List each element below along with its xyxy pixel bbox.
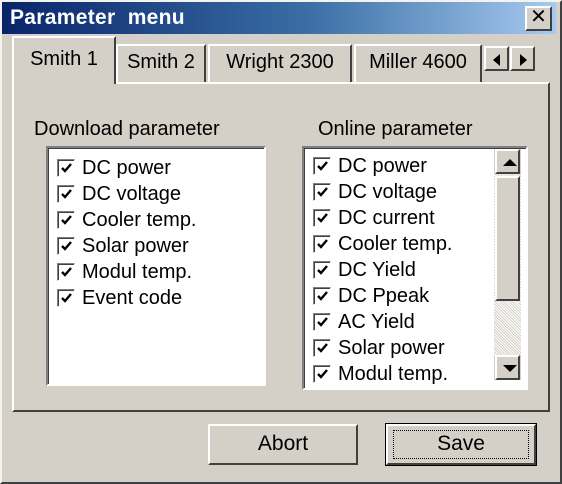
checkbox[interactable] <box>57 159 75 177</box>
check-icon <box>317 369 328 379</box>
check-icon <box>317 265 328 275</box>
online-parameter-list[interactable]: DC power DC voltage DC current Cooler te… <box>302 146 528 390</box>
checkbox[interactable] <box>57 211 75 229</box>
tab-wright-2300[interactable]: Wright 2300 <box>208 44 352 82</box>
scroll-up-button[interactable] <box>495 149 520 174</box>
check-icon <box>317 187 328 197</box>
arrow-right-icon <box>520 54 527 66</box>
item-label: AC Yield <box>338 311 415 333</box>
arrow-up-icon <box>503 159 517 166</box>
checkbox[interactable] <box>57 263 75 281</box>
check-icon <box>317 161 328 171</box>
checkbox[interactable] <box>313 313 331 331</box>
download-parameter-list[interactable]: DC power DC voltage Cooler temp. Solar p… <box>46 146 266 386</box>
check-icon <box>317 239 328 249</box>
abort-button[interactable]: Abort <box>208 424 358 465</box>
item-label: DC voltage <box>338 181 437 203</box>
checkbox[interactable] <box>313 365 331 383</box>
checkbox[interactable] <box>313 339 331 357</box>
tab-miller-4600[interactable]: Miller 4600 <box>354 44 482 82</box>
checkbox[interactable] <box>313 183 331 201</box>
checkbox[interactable] <box>313 261 331 279</box>
check-icon <box>61 293 72 303</box>
close-icon: ✕ <box>530 6 547 28</box>
arrow-left-icon <box>493 54 500 66</box>
tab-smith-2[interactable]: Smith 2 <box>116 44 206 82</box>
abort-label: Abort <box>257 432 309 455</box>
close-button[interactable]: ✕ <box>525 6 552 31</box>
item-label: Solar power <box>82 235 189 257</box>
check-icon <box>317 343 328 353</box>
check-icon <box>61 267 72 277</box>
item-label: Modul temp. <box>82 261 193 283</box>
list-item[interactable]: DC voltage <box>57 181 264 207</box>
item-label: DC voltage <box>82 183 181 205</box>
item-label: DC current <box>338 207 435 229</box>
tab-scroll-left-button[interactable] <box>484 46 509 71</box>
window-title: Parameter menu <box>10 6 185 29</box>
list-item[interactable]: Modul temp. <box>57 259 264 285</box>
check-icon <box>317 291 328 301</box>
check-icon <box>317 213 328 223</box>
check-icon <box>61 215 72 225</box>
scroll-down-button[interactable] <box>495 355 520 380</box>
checkbox[interactable] <box>57 289 75 307</box>
online-list-scrollbar[interactable] <box>494 149 521 380</box>
checkbox[interactable] <box>313 287 331 305</box>
item-label: DC power <box>338 155 427 177</box>
tab-label: Miller 4600 <box>369 51 467 73</box>
tab-smith-1[interactable]: Smith 1 <box>12 36 116 84</box>
item-label: DC power <box>82 157 171 179</box>
checkbox[interactable] <box>313 209 331 227</box>
item-label: Cooler temp. <box>338 233 453 255</box>
item-label: Solar power <box>338 337 445 359</box>
item-label: Event code <box>82 287 183 309</box>
title-bar[interactable]: Parameter menu ✕ <box>2 2 556 34</box>
tab-scroll-right-button[interactable] <box>510 46 535 71</box>
checkbox[interactable] <box>57 185 75 203</box>
item-label: Cooler temp. <box>82 209 197 231</box>
scroll-thumb[interactable] <box>495 176 520 301</box>
check-icon <box>61 241 72 251</box>
item-label: DC Yield <box>338 259 416 281</box>
download-parameter-label: Download parameter <box>34 118 220 140</box>
online-parameter-label: Online parameter <box>318 118 473 140</box>
list-item[interactable]: Event code <box>57 285 264 311</box>
tab-label: Wright 2300 <box>226 51 334 73</box>
checkbox[interactable] <box>313 157 331 175</box>
check-icon <box>317 317 328 327</box>
arrow-down-icon <box>503 365 517 372</box>
item-label: DC Ppeak <box>338 285 430 307</box>
tab-label: Smith 2 <box>127 51 195 73</box>
list-item[interactable]: DC power <box>57 155 264 181</box>
list-item[interactable]: Solar power <box>57 233 264 259</box>
save-button[interactable]: Save <box>385 423 537 466</box>
check-icon <box>61 163 72 173</box>
checkbox[interactable] <box>313 235 331 253</box>
tab-label: Smith 1 <box>30 48 98 70</box>
check-icon <box>61 189 72 199</box>
save-label: Save <box>437 432 485 455</box>
list-item[interactable]: Cooler temp. <box>57 207 264 233</box>
checkbox[interactable] <box>57 237 75 255</box>
item-label: Modul temp. <box>338 363 449 385</box>
